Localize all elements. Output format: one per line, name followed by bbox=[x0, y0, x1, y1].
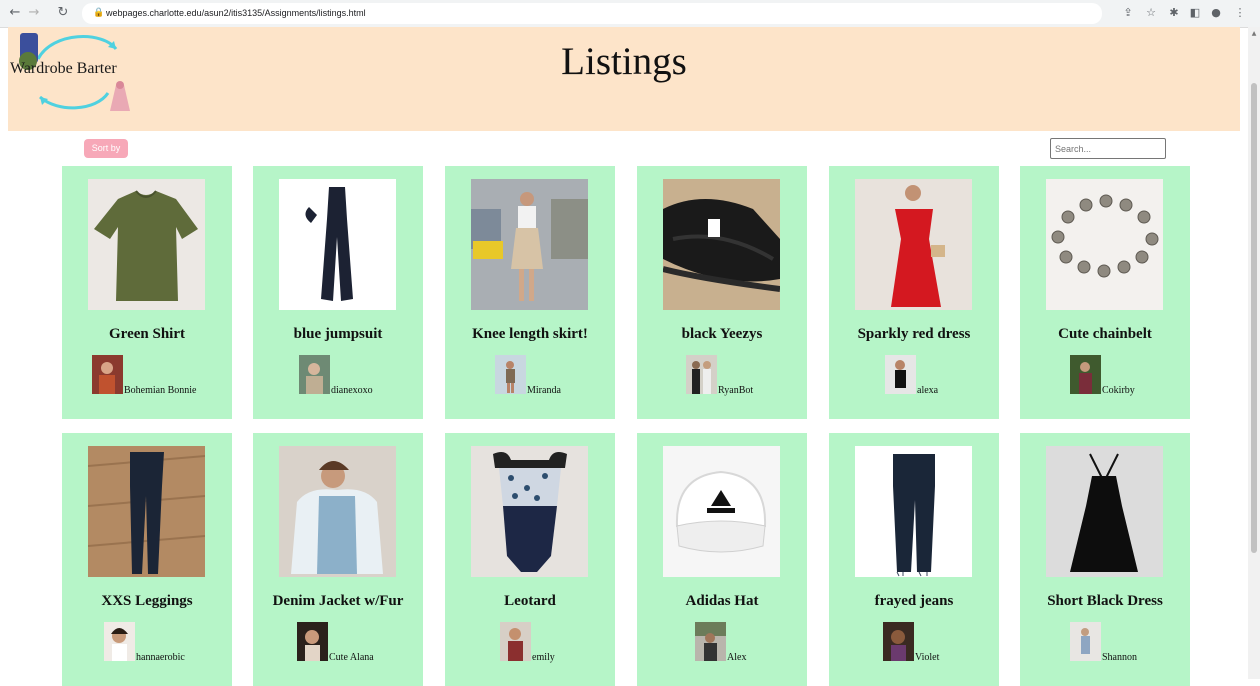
listing-title[interactable]: Sparkly red dress bbox=[829, 326, 999, 343]
profile-icon[interactable]: ● bbox=[1208, 4, 1224, 22]
scroll-up-icon[interactable]: ▲ bbox=[1250, 30, 1258, 38]
bookmark-star-icon[interactable]: ☆ bbox=[1143, 4, 1159, 22]
listing-title[interactable]: Short Black Dress bbox=[1020, 593, 1190, 610]
listing-card[interactable]: blue jumpsuit dianexoxo bbox=[253, 166, 423, 419]
seller-avatar[interactable] bbox=[297, 622, 328, 661]
extensions-icon[interactable]: ✱ bbox=[1166, 4, 1182, 22]
listing-card[interactable]: Knee length skirt! Miranda bbox=[445, 166, 615, 419]
listing-card[interactable]: Leotard emily bbox=[445, 433, 615, 686]
listing-title[interactable]: Knee length skirt! bbox=[445, 326, 615, 343]
listing-image-blue-jumpsuit[interactable] bbox=[279, 179, 396, 310]
listing-card[interactable]: Green Shirt Bohemian Bonnie bbox=[62, 166, 232, 419]
listing-title[interactable]: Leotard bbox=[445, 593, 615, 610]
listing-title[interactable]: Cute chainbelt bbox=[1020, 326, 1190, 343]
seller-avatar[interactable] bbox=[500, 622, 531, 661]
listing-title[interactable]: XXS Leggings bbox=[62, 593, 232, 610]
seller-avatar[interactable] bbox=[1070, 622, 1101, 661]
listing-image-denim-jacket-w-fur[interactable] bbox=[279, 446, 396, 577]
listing-card[interactable]: Sparkly red dress alexa bbox=[829, 166, 999, 419]
listing-image-black-yeezys[interactable] bbox=[663, 179, 780, 310]
back-arrow-icon[interactable]: ← bbox=[6, 4, 24, 22]
share-icon[interactable]: ⇪ bbox=[1120, 4, 1136, 22]
listing-image-adidas-hat[interactable] bbox=[663, 446, 780, 577]
listing-card[interactable]: frayed jeans Violet bbox=[829, 433, 999, 686]
seller-avatar[interactable] bbox=[495, 355, 526, 394]
scroll-thumb[interactable] bbox=[1251, 83, 1257, 553]
listing-card[interactable]: Short Black Dress Shannon bbox=[1020, 433, 1190, 686]
seller-avatar[interactable] bbox=[104, 622, 135, 661]
seller-name[interactable]: dianexoxo bbox=[331, 385, 373, 396]
seller-name[interactable]: Cute Alana bbox=[329, 652, 374, 663]
page-title: Listings bbox=[561, 40, 687, 83]
listing-title[interactable]: Denim Jacket w/Fur bbox=[253, 593, 423, 610]
seller-name[interactable]: Miranda bbox=[527, 385, 561, 396]
page-scrollbar[interactable]: ▲ bbox=[1248, 27, 1260, 679]
side-panel-icon[interactable]: ◧ bbox=[1187, 4, 1203, 22]
address-bar[interactable]: 🔒 webpages.charlotte.edu/asun2/itis3135/… bbox=[82, 3, 1102, 24]
listing-title[interactable]: Green Shirt bbox=[62, 326, 232, 343]
listing-title[interactable]: black Yeezys bbox=[637, 326, 807, 343]
site-header: Wardrobe Barter Listings bbox=[8, 27, 1240, 131]
listing-image-green-shirt[interactable] bbox=[88, 179, 205, 310]
seller-name[interactable]: RyanBot bbox=[718, 385, 753, 396]
menu-dots-icon[interactable]: ⋮ bbox=[1232, 4, 1248, 22]
seller-avatar[interactable] bbox=[299, 355, 330, 394]
seller-avatar[interactable] bbox=[686, 355, 717, 394]
seller-name[interactable]: Alex bbox=[727, 652, 746, 663]
seller-name[interactable]: Violet bbox=[915, 652, 939, 663]
listing-title[interactable]: frayed jeans bbox=[829, 593, 999, 610]
seller-name[interactable]: alexa bbox=[917, 385, 938, 396]
listing-image-xxs-leggings[interactable] bbox=[88, 446, 205, 577]
listing-title[interactable]: Adidas Hat bbox=[637, 593, 807, 610]
seller-name[interactable]: Cokirby bbox=[1102, 385, 1135, 396]
sort-by-button[interactable]: Sort by bbox=[84, 139, 128, 158]
listing-image-knee-length-skirt[interactable] bbox=[471, 179, 588, 310]
listing-card[interactable]: black Yeezys RyanBot bbox=[637, 166, 807, 419]
lock-icon: 🔒 bbox=[93, 8, 105, 18]
seller-avatar[interactable] bbox=[92, 355, 123, 394]
seller-name[interactable]: Bohemian Bonnie bbox=[124, 385, 197, 396]
url-text[interactable]: webpages.charlotte.edu/asun2/itis3135/As… bbox=[106, 6, 366, 21]
seller-avatar[interactable] bbox=[1070, 355, 1101, 394]
search-input[interactable] bbox=[1050, 138, 1166, 159]
listing-card[interactable]: Denim Jacket w/Fur Cute Alana bbox=[253, 433, 423, 686]
listing-image-sparkly-red-dress[interactable] bbox=[855, 179, 972, 310]
browser-toolbar: ← → ↻ 🔒 webpages.charlotte.edu/asun2/iti… bbox=[0, 0, 1260, 28]
listing-image-frayed-jeans[interactable] bbox=[855, 446, 972, 577]
forward-arrow-icon[interactable]: → bbox=[25, 4, 43, 22]
seller-name[interactable]: emily bbox=[532, 652, 555, 663]
seller-name[interactable]: hannaerobic bbox=[136, 652, 185, 663]
seller-name[interactable]: Shannon bbox=[1102, 652, 1137, 663]
listing-image-leotard[interactable] bbox=[471, 446, 588, 577]
listing-card[interactable]: Adidas Hat Alex bbox=[637, 433, 807, 686]
reload-icon[interactable]: ↻ bbox=[54, 4, 72, 22]
listing-image-cute-chainbelt[interactable] bbox=[1046, 179, 1163, 310]
listing-card[interactable]: XXS Leggings hannaerobic bbox=[62, 433, 232, 686]
seller-avatar[interactable] bbox=[885, 355, 916, 394]
listing-title[interactable]: blue jumpsuit bbox=[253, 326, 423, 343]
listing-image-short-black-dress[interactable] bbox=[1046, 446, 1163, 577]
listing-card[interactable]: Cute chainbelt Cokirby bbox=[1020, 166, 1190, 419]
seller-avatar[interactable] bbox=[695, 622, 726, 661]
seller-avatar[interactable] bbox=[883, 622, 914, 661]
